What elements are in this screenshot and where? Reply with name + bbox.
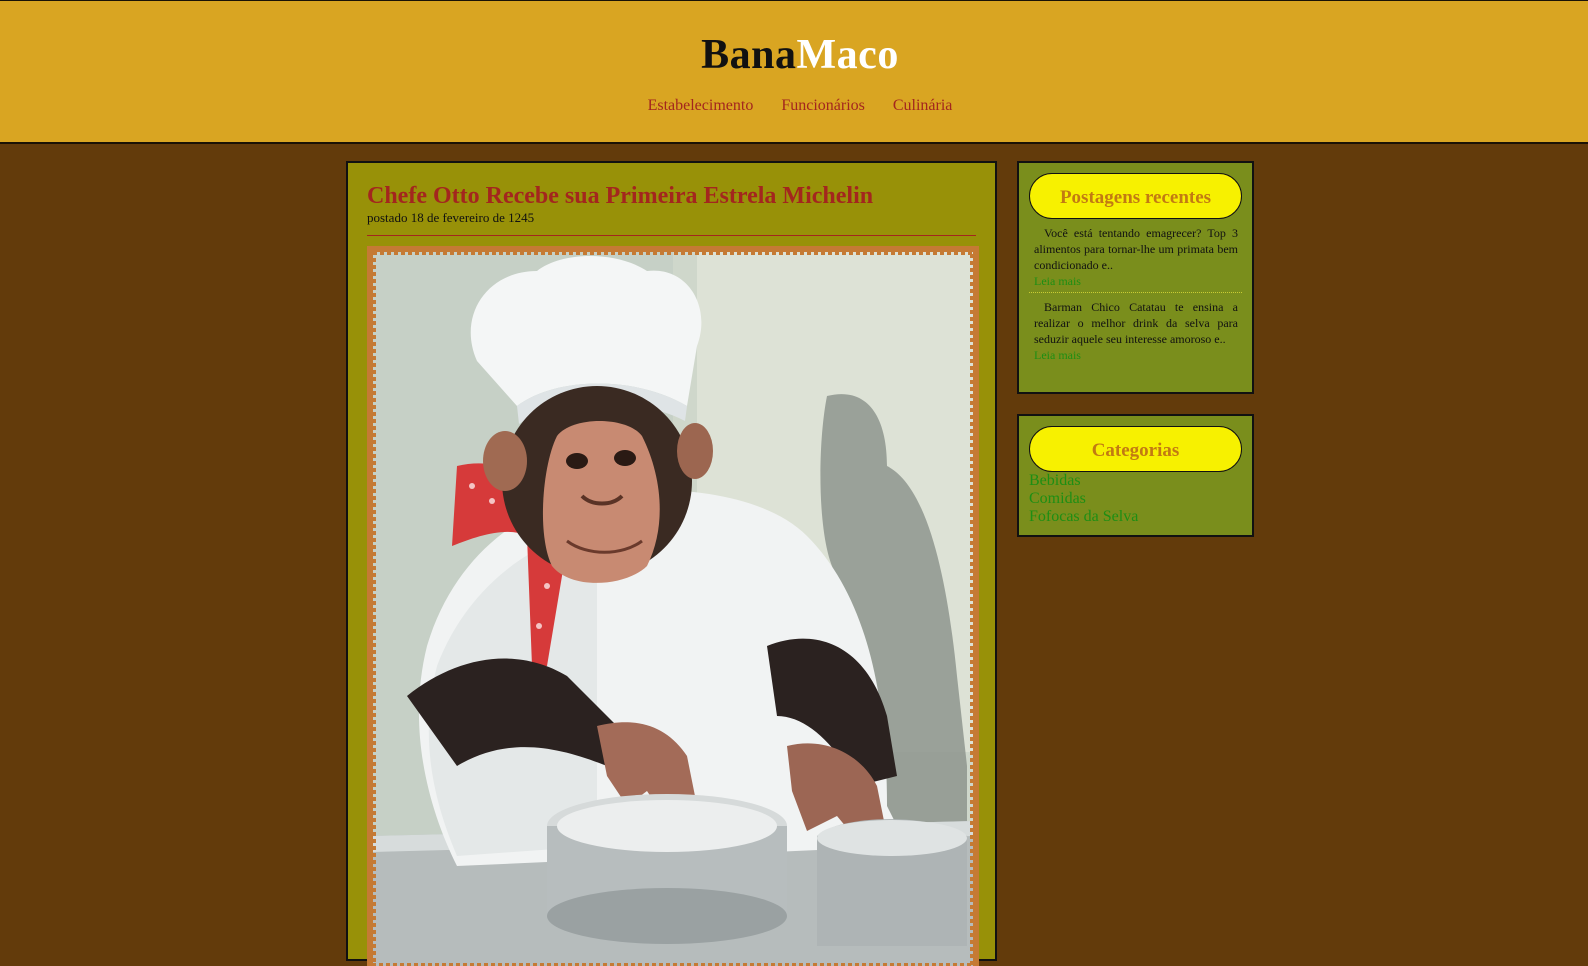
post-date: postado 18 de fevereiro de 1245 [367,210,535,225]
categories-widget: Categorias Bebidas Comidas Fofocas da Se… [1017,414,1254,537]
chimp-chef-illustration [370,249,976,966]
category-link-bebidas[interactable]: Bebidas [1029,472,1138,490]
nav-link-funcionarios[interactable]: Funcionários [781,97,865,114]
site-logo[interactable]: BanaMaco [0,31,1588,79]
recent-post-excerpt: Você está tentando emagrecer? Top 3 alim… [1034,226,1238,272]
read-more-link[interactable]: Leia mais [1034,273,1238,289]
categories-title: Categorias [1029,426,1242,472]
recent-post-item: Você está tentando emagrecer? Top 3 alim… [1034,225,1238,289]
post-card: Chefe Otto Recebe sua Primeira Estrela M… [346,161,997,966]
nav-link-culinaria[interactable]: Culinária [893,97,953,114]
category-link-fofocas[interactable]: Fofocas da Selva [1029,508,1138,526]
recent-posts-widget: Postagens recentes Você está tentando em… [1017,161,1254,394]
recent-posts-divider [1029,292,1242,293]
recent-post-excerpt: Barman Chico Catatau te ensina a realiza… [1034,300,1238,346]
category-link-comidas[interactable]: Comidas [1029,490,1138,508]
post-divider [367,235,976,236]
post-title[interactable]: Chefe Otto Recebe sua Primeira Estrela M… [367,181,873,211]
logo-part-maco: Maco [796,32,899,78]
site-header: BanaMaco Estabelecimento Funcionários Cu… [0,0,1588,144]
post-image-chimp-chef [367,246,979,966]
read-more-link[interactable]: Leia mais [1034,347,1238,363]
nav-link-estabelecimento[interactable]: Estabelecimento [648,97,754,114]
recent-post-item: Barman Chico Catatau te ensina a realiza… [1034,299,1238,363]
logo-part-bana: Bana [701,32,797,78]
category-list: Bebidas Comidas Fofocas da Selva [1029,472,1138,526]
main-nav: Estabelecimento Funcionários Culinária [0,95,1588,117]
recent-posts-title: Postagens recentes [1029,173,1242,219]
